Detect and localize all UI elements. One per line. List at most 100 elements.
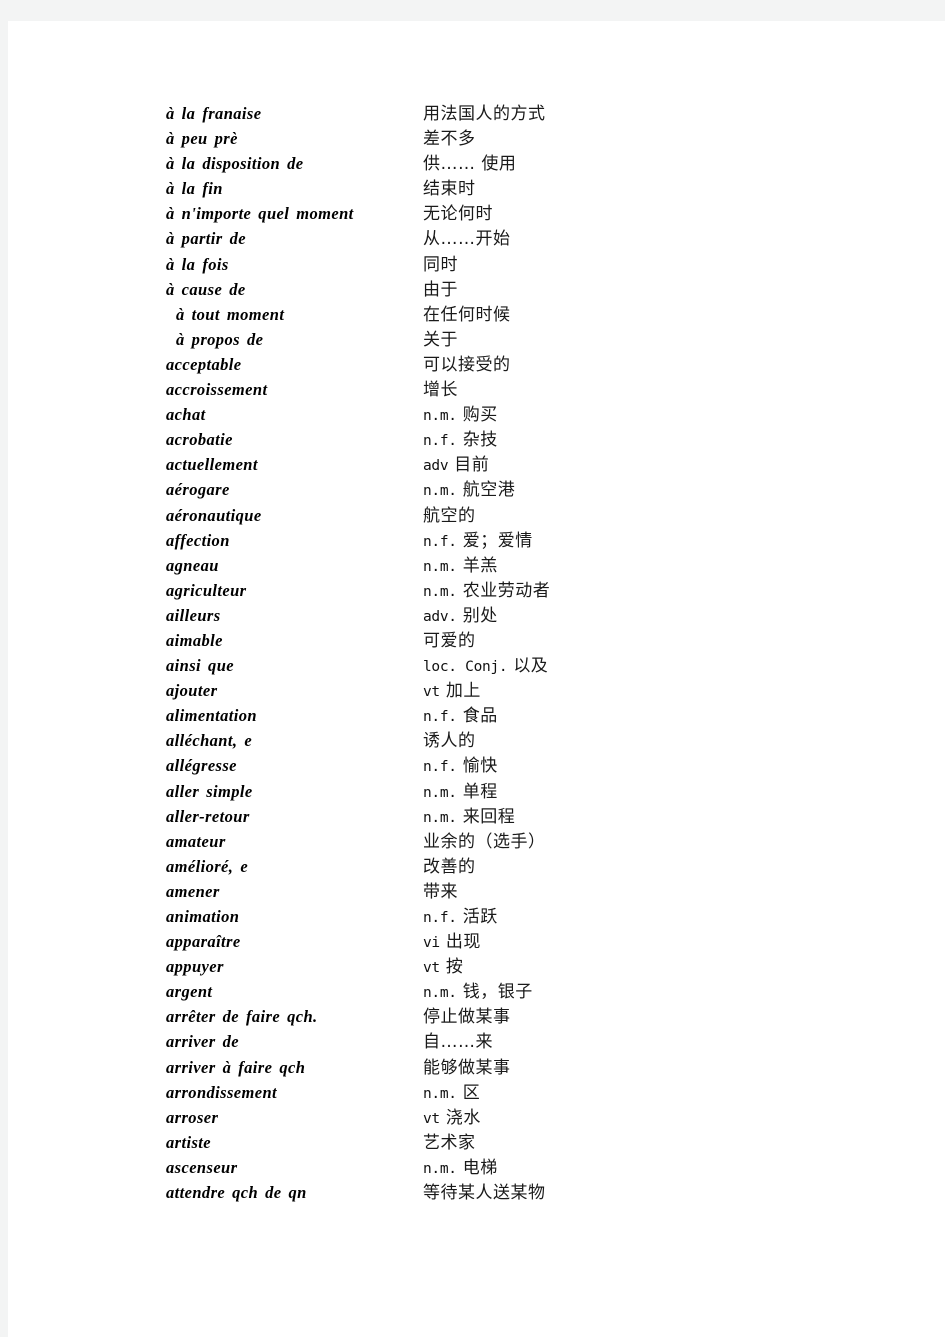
french-term: artiste — [166, 1132, 211, 1152]
glossary-entry: attendre qch de qn 等待某人送某物 — [166, 1180, 866, 1205]
chinese-gloss: vi 出现 — [423, 929, 481, 956]
part-of-speech-label: n.m. — [423, 1160, 457, 1177]
chinese-gloss: adv 目前 — [423, 452, 489, 479]
glossary-entry: achat n.m. 购买 — [166, 402, 866, 427]
chinese-definition: 由于 — [423, 279, 458, 300]
french-term: amélioré, e — [166, 856, 249, 876]
chinese-definition: 业余的（选手） — [423, 831, 546, 852]
glossary-entry: arriver de 自……来 — [166, 1029, 866, 1054]
chinese-gloss: 诱人的 — [423, 728, 476, 754]
french-term: acrobatie — [166, 430, 233, 450]
chinese-definition: 航空港 — [462, 480, 516, 501]
glossary-entry: ainsi que loc. Conj. 以及 — [166, 653, 866, 678]
french-term: argent — [166, 982, 213, 1002]
french-term: alimentation — [166, 706, 257, 726]
chinese-gloss: loc. Conj. 以及 — [423, 653, 548, 680]
chinese-gloss: 同时 — [423, 252, 458, 278]
chinese-definition: 可爱的 — [423, 630, 476, 651]
chinese-gloss: n.m. 区 — [423, 1080, 480, 1107]
chinese-gloss: 可以接受的 — [423, 352, 511, 378]
glossary-entry: ajouter vt 加上 — [166, 678, 866, 703]
chinese-definition: 关于 — [423, 329, 458, 350]
glossary-entry: arrondissement n.m. 区 — [166, 1080, 866, 1105]
french-term: amener — [166, 881, 220, 901]
glossary-entry: acrobatie n.f. 杂技 — [166, 427, 866, 452]
chinese-gloss: 改善的 — [423, 854, 476, 880]
glossary-entry: actuellement adv 目前 — [166, 452, 866, 477]
chinese-gloss: 无论何时 — [423, 201, 493, 227]
glossary-entry: à la franɑise 用法国人的方式 — [166, 101, 866, 126]
french-term: affection — [166, 530, 230, 550]
french-term: ailleurs — [166, 605, 221, 625]
chinese-definition: 差不多 — [423, 129, 476, 150]
chinese-gloss: 等待某人送某物 — [423, 1180, 546, 1206]
chinese-definition: 钱，银子 — [462, 982, 533, 1003]
part-of-speech-label: n.m. — [423, 1085, 457, 1102]
glossary-entry: allégresse n.f. 愉快 — [166, 753, 866, 778]
chinese-definition: 自……来 — [423, 1032, 493, 1053]
french-term: à cause de — [166, 279, 246, 299]
part-of-speech-label: adv — [423, 458, 449, 475]
glossary-entry: ascenseur n.m. 电梯 — [166, 1155, 866, 1180]
chinese-gloss: n.m. 购买 — [423, 402, 498, 429]
chinese-definition: 航空的 — [423, 505, 476, 526]
chinese-definition: 同时 — [423, 254, 458, 275]
glossary-entry: arroser vt 浇水 — [166, 1105, 866, 1130]
chinese-definition: 单程 — [462, 781, 498, 802]
chinese-definition: 停止做某事 — [423, 1007, 511, 1028]
chinese-gloss: vt 按 — [423, 954, 463, 981]
part-of-speech-label: vi — [423, 935, 440, 952]
glossary-entry: aller-retour n.m. 来回程 — [166, 804, 866, 829]
glossary-entry: à cause de 由于 — [166, 277, 866, 302]
chinese-definition: 等待某人送某物 — [423, 1183, 546, 1204]
chinese-gloss: 结束时 — [423, 176, 476, 202]
chinese-gloss: 航空的 — [423, 503, 476, 529]
chinese-gloss: n.m. 农业劳动者 — [423, 578, 550, 605]
chinese-gloss: 增长 — [423, 377, 458, 403]
part-of-speech-label: loc. Conj. — [423, 659, 508, 676]
chinese-gloss: 能够做某事 — [423, 1055, 511, 1081]
chinese-gloss: n.f. 食品 — [423, 703, 498, 730]
glossary-entry: alimentation n.f. 食品 — [166, 703, 866, 728]
part-of-speech-label: n.f. — [423, 533, 457, 550]
chinese-definition: 杂技 — [462, 430, 498, 451]
glossary-entry: acceptable 可以接受的 — [166, 352, 866, 377]
chinese-gloss: n.m. 钱，银子 — [423, 979, 533, 1006]
french-term: aimable — [166, 630, 223, 650]
glossary-entry: à la fois 同时 — [166, 252, 866, 277]
glossary-entry: aéronautique 航空的 — [166, 503, 866, 528]
part-of-speech-label: vt — [423, 960, 440, 977]
glossary-entry: amener 带来 — [166, 879, 866, 904]
glossary-entry: agneau n.m. 羊羔 — [166, 553, 866, 578]
glossary-entry: apparaître vi 出现 — [166, 929, 866, 954]
french-term: agneau — [166, 555, 219, 575]
chinese-definition: 供…… 使用 — [423, 154, 517, 175]
part-of-speech-label: n.f. — [423, 759, 457, 776]
chinese-gloss: 停止做某事 — [423, 1004, 511, 1030]
part-of-speech-label: n.f. — [423, 910, 457, 926]
glossary-entry: accroissement 增长 — [166, 377, 866, 402]
chinese-gloss: n.m. 航空港 — [423, 477, 515, 504]
chinese-definition: 艺术家 — [423, 1132, 476, 1153]
glossary-entry: à la disposition de 供…… 使用 — [166, 151, 866, 176]
french-term: agriculteur — [166, 580, 247, 600]
glossary-entry: affection n.f. 爱；爱情 — [166, 528, 866, 553]
glossary-entry: agriculteur n.m. 农业劳动者 — [166, 578, 866, 603]
chinese-gloss: 差不多 — [423, 126, 476, 152]
french-term: attendre qch de qn — [166, 1183, 307, 1203]
chinese-gloss: vt 加上 — [423, 678, 481, 705]
french-term: actuellement — [166, 455, 258, 475]
glossary-entry: animation n.f. 活跃 — [166, 904, 866, 929]
chinese-gloss: 供…… 使用 — [423, 151, 516, 177]
french-term: arrondissement — [166, 1082, 278, 1102]
part-of-speech-label: n.m. — [423, 985, 457, 1002]
part-of-speech-label: n.f. — [423, 709, 457, 726]
part-of-speech-label: n.m. — [423, 483, 457, 500]
part-of-speech-label: n.f. — [423, 433, 457, 450]
chinese-definition: 改善的 — [423, 856, 476, 877]
chinese-definition: 加上 — [445, 681, 481, 702]
glossary-entry: amélioré, e 改善的 — [166, 854, 866, 879]
chinese-gloss: 用法国人的方式 — [423, 101, 546, 127]
glossary-entry: aimable 可爱的 — [166, 628, 866, 653]
glossary-entry: ailleurs adv. 别处 — [166, 603, 866, 628]
